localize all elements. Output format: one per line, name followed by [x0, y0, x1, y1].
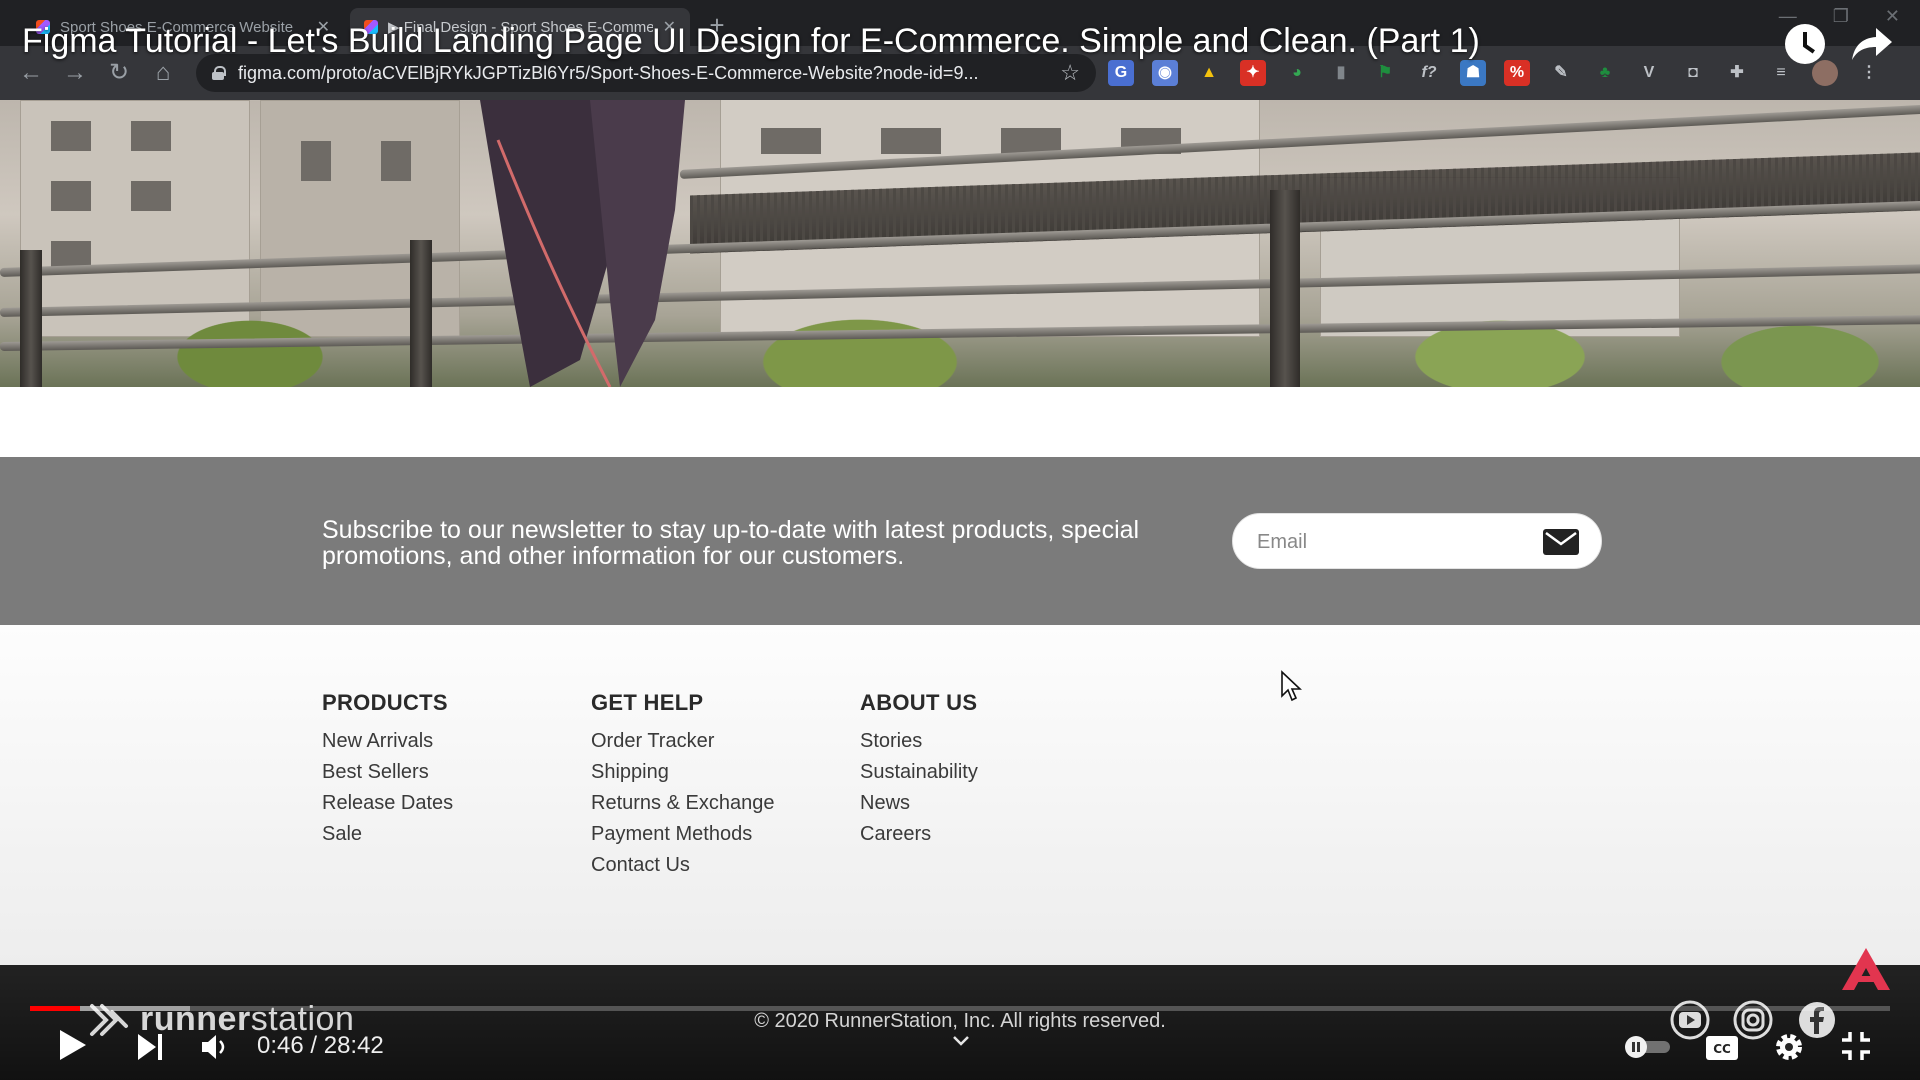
svg-text:CC: CC	[1713, 1042, 1731, 1056]
url-text[interactable]: figma.com/proto/aCVElBjRYkJGPTizBl6Yr5/S…	[238, 63, 1046, 84]
settings-gear-icon[interactable]	[1772, 1030, 1806, 1064]
translate-ext-icon[interactable]: G	[1108, 60, 1134, 86]
drive-ext-icon[interactable]: ▲	[1196, 60, 1222, 86]
runner-legs	[480, 100, 685, 387]
v-ext-icon[interactable]: V	[1636, 60, 1662, 86]
footer-link[interactable]: Shipping	[591, 757, 774, 788]
pin-ext-icon[interactable]: ✦	[1240, 60, 1266, 86]
railing-post	[410, 240, 432, 387]
footer-heading: ABOUT US	[860, 690, 978, 715]
video-time: 0:46 / 28:42	[257, 1032, 384, 1059]
footer-link[interactable]: Release Dates	[322, 788, 453, 819]
footer-column-get-help: GET HELP Order Tracker Shipping Returns …	[591, 690, 774, 881]
newsletter-text: Subscribe to our newsletter to stay up-t…	[322, 516, 1140, 570]
footer-link[interactable]: Returns & Exchange	[591, 788, 774, 819]
watch-later-icon[interactable]	[1785, 24, 1825, 64]
video-title[interactable]: Figma Tutorial - Let's Build Landing Pag…	[22, 22, 1480, 61]
tree-ext-icon[interactable]: ♣	[1592, 60, 1618, 86]
newsletter-section: Subscribe to our newsletter to stay up-t…	[0, 457, 1920, 625]
f-ext-icon[interactable]: f?	[1416, 60, 1442, 86]
footer-column-products: PRODUCTS New Arrivals Best Sellers Relea…	[322, 690, 453, 850]
footer-link[interactable]: Best Sellers	[322, 757, 453, 788]
email-field-wrapper	[1232, 513, 1602, 569]
footer-heading: PRODUCTS	[322, 690, 448, 715]
user-ext-icon[interactable]: ☗	[1460, 60, 1486, 86]
camera2-ext-icon[interactable]: ◘	[1680, 60, 1706, 86]
chrome-ext-icon[interactable]: ◕	[1284, 60, 1310, 86]
progress-played	[30, 1006, 81, 1011]
lock-icon	[212, 66, 226, 80]
footer-link[interactable]: New Arrivals	[322, 726, 453, 757]
reload-icon[interactable]: ↻	[104, 58, 134, 88]
camera-ext-icon[interactable]: ◉	[1152, 60, 1178, 86]
footer-link[interactable]: Payment Methods	[591, 819, 774, 850]
home-icon[interactable]: ⌂	[148, 58, 178, 88]
section-spacer	[0, 387, 1920, 457]
mouse-cursor-icon	[1281, 670, 1302, 702]
forward-arrow-icon[interactable]: →	[60, 58, 90, 88]
bookmark-star-icon[interactable]: ☆	[1060, 60, 1080, 86]
footer-link[interactable]: Stories	[860, 726, 978, 757]
next-video-icon[interactable]	[136, 1032, 164, 1062]
footer-column-about-us: ABOUT US Stories Sustainability News Car…	[860, 690, 978, 850]
list-ext-icon[interactable]: ≡	[1768, 60, 1794, 86]
play-icon[interactable]	[58, 1028, 88, 1062]
chevron-down-icon[interactable]	[950, 1030, 972, 1052]
extension-icons: G ◉ ▲ ✦ ◕ ▮ ⚑ f? ☗ % ✎ ♣ V ◘ ✚ ≡ ⋮	[1108, 60, 1882, 86]
footer-link[interactable]: News	[860, 788, 978, 819]
bottle-ext-icon[interactable]: ▮	[1328, 60, 1354, 86]
flag-ext-icon[interactable]: ⚑	[1372, 60, 1398, 86]
percent-ext-icon[interactable]: %	[1504, 60, 1530, 86]
footer-link[interactable]: Sale	[322, 819, 453, 850]
closed-captions-icon[interactable]: CC	[1705, 1034, 1739, 1062]
pen-ext-icon[interactable]: ✎	[1548, 60, 1574, 86]
autoplay-toggle[interactable]	[1622, 1034, 1674, 1060]
hero-image	[0, 100, 1920, 387]
railing-post	[20, 250, 42, 387]
mail-icon[interactable]	[1543, 529, 1579, 555]
back-arrow-icon[interactable]: ←	[16, 58, 46, 88]
restore-icon[interactable]: ❐	[1833, 6, 1849, 27]
footer: PRODUCTS New Arrivals Best Sellers Relea…	[0, 625, 1920, 965]
puzzle-ext-icon[interactable]: ✚	[1724, 60, 1750, 86]
footer-heading: GET HELP	[591, 690, 704, 715]
email-input[interactable]	[1257, 526, 1527, 558]
video-progress-bar[interactable]	[30, 1006, 1890, 1011]
exit-fullscreen-icon[interactable]	[1840, 1030, 1872, 1062]
profile-avatar[interactable]	[1812, 60, 1838, 86]
share-icon[interactable]	[1850, 24, 1894, 64]
footer-link[interactable]: Sustainability	[860, 757, 978, 788]
footer-link[interactable]: Careers	[860, 819, 978, 850]
railing-post	[1270, 190, 1300, 387]
minimize-icon[interactable]: —	[1779, 6, 1797, 27]
footer-link[interactable]: Contact Us	[591, 850, 774, 881]
channel-badge-icon[interactable]	[1840, 946, 1892, 992]
volume-icon[interactable]	[200, 1032, 230, 1062]
footer-link[interactable]: Order Tracker	[591, 726, 774, 757]
